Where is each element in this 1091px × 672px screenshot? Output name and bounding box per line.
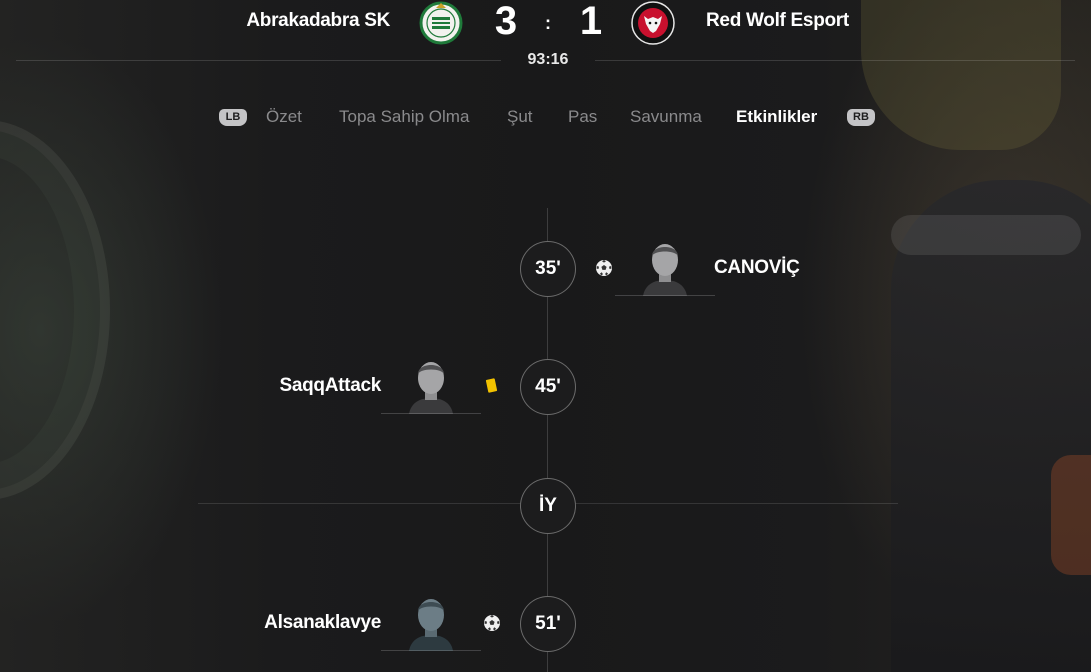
event-minute-badge: 45': [520, 359, 576, 415]
event-player-name: Alsanaklavye: [264, 612, 381, 633]
event-minute-badge: 51': [520, 596, 576, 652]
tab-passing[interactable]: Pas: [568, 104, 597, 130]
tab-possession[interactable]: Topa Sahip Olma: [339, 104, 469, 130]
away-score: 1: [579, 0, 603, 43]
player-avatar[interactable]: [381, 595, 481, 651]
tab-events[interactable]: Etkinlikler: [736, 104, 817, 130]
right-bumper-button[interactable]: RB: [847, 109, 875, 126]
player-avatar[interactable]: [381, 358, 481, 414]
tab-defense[interactable]: Savunma: [630, 104, 702, 130]
background-club-crest: [0, 120, 110, 500]
header-divider-left: [16, 60, 501, 61]
header-divider-right: [595, 60, 1075, 61]
background-accent: [1051, 455, 1091, 575]
tab-summary[interactable]: Özet: [266, 104, 302, 130]
event-player-name: CANOVİÇ: [714, 257, 800, 278]
left-bumper-button[interactable]: LB: [219, 109, 247, 126]
stats-tab-bar: LB Özet Topa Sahip Olma Şut Pas Savunma …: [0, 104, 1091, 130]
event-minute-badge: 35': [520, 241, 576, 297]
tab-shots[interactable]: Şut: [507, 104, 533, 130]
score-separator: :: [545, 13, 551, 33]
home-score: 3: [494, 0, 518, 43]
background-player-collar: [891, 215, 1081, 255]
half-time-badge: İY: [520, 478, 576, 534]
away-team-name: Red Wolf Esport: [706, 10, 849, 31]
player-avatar[interactable]: [615, 240, 715, 296]
home-team-crest-icon: [419, 1, 463, 45]
soccer-ball-icon: [484, 615, 500, 631]
event-player-name: SaqqAttack: [279, 375, 381, 396]
home-team-name: Abrakadabra SK: [246, 10, 390, 31]
yellow-card-icon: [485, 378, 498, 393]
match-stats-screen: Abrakadabra SK 3 : 1 Red Wolf Esport 93:…: [0, 0, 1091, 672]
match-clock: 93:16: [527, 51, 569, 68]
soccer-ball-icon: [596, 260, 612, 276]
away-team-crest-icon: [631, 1, 675, 45]
